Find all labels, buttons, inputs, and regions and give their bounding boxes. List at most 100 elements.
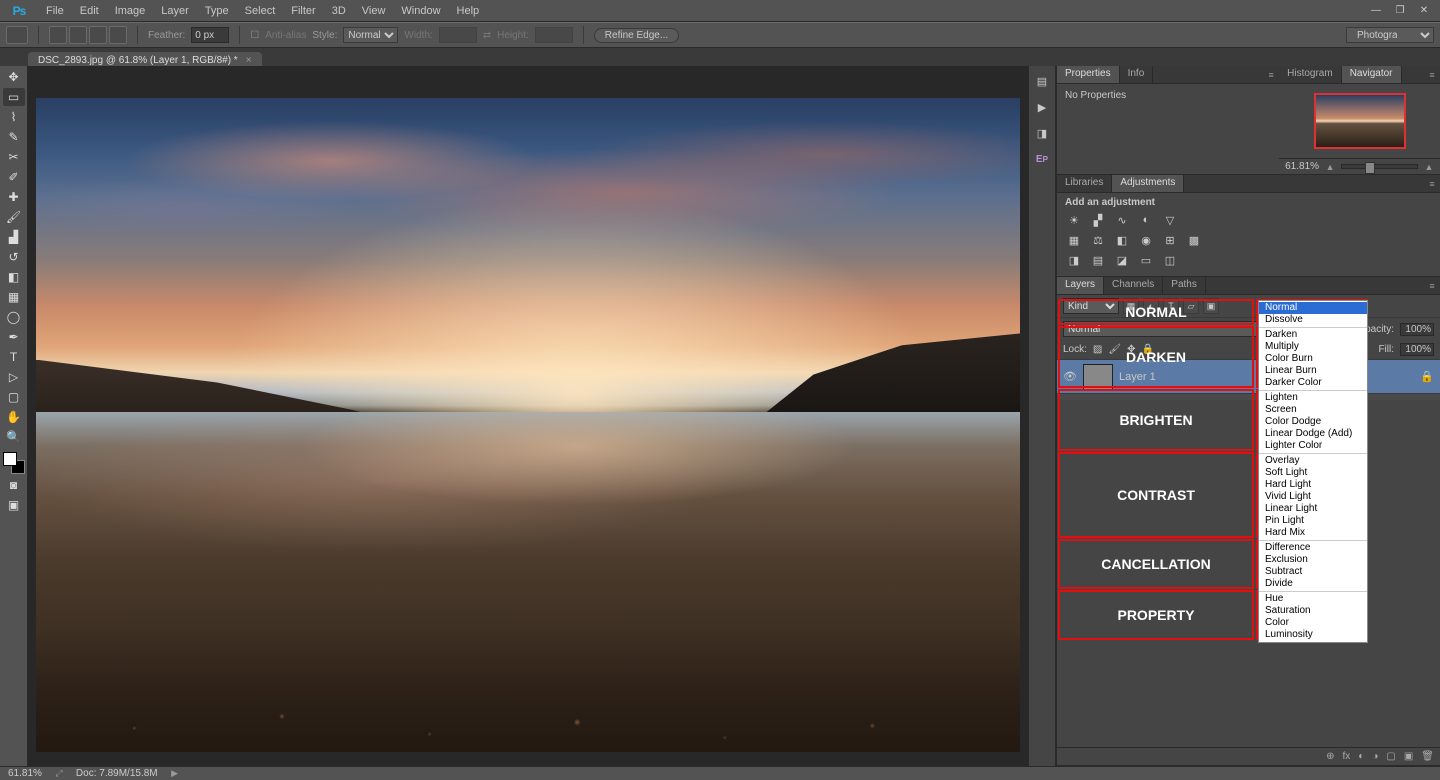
libraries-tab[interactable]: Libraries [1057,175,1112,192]
menu-3d[interactable]: 3D [324,0,354,22]
dodge-tool[interactable]: ◯ [3,308,25,326]
properties-tab[interactable]: Properties [1057,66,1120,83]
hue-icon[interactable]: ▦ [1065,232,1083,248]
blend-option-overlay[interactable]: Overlay [1259,455,1367,467]
navigator-tab[interactable]: Navigator [1342,66,1402,83]
panel-menu-icon[interactable]: ≡ [1263,66,1279,83]
colorlookup-icon[interactable]: ▩ [1185,232,1203,248]
feather-input[interactable] [191,27,229,43]
marquee-tool[interactable]: ▭ [3,88,25,106]
menu-edit[interactable]: Edit [72,0,107,22]
menu-type[interactable]: Type [197,0,237,22]
type-tool[interactable]: T [3,348,25,366]
brush-tool[interactable]: 🖌 [3,208,25,226]
opacity-value[interactable]: 100% [1400,323,1434,336]
blend-option-hard-light[interactable]: Hard Light [1259,479,1367,491]
link-icon[interactable]: ⊕ [1326,751,1334,762]
blend-option-darker-color[interactable]: Darker Color [1259,377,1367,389]
blend-option-multiply[interactable]: Multiply [1259,341,1367,353]
invert-icon[interactable]: ◨ [1065,252,1083,268]
navigator-preview[interactable] [1279,84,1440,158]
subtract-selection-button[interactable] [89,26,107,44]
current-tool-icon[interactable] [6,26,28,44]
new-layer-icon[interactable]: ▣ [1404,751,1413,762]
blend-option-vivid-light[interactable]: Vivid Light [1259,491,1367,503]
maximize-button[interactable]: ❐ [1390,4,1410,18]
menu-select[interactable]: Select [237,0,284,22]
refine-edge-button[interactable]: Refine Edge... [594,28,679,43]
menu-file[interactable]: File [38,0,72,22]
threshold-icon[interactable]: ◪ [1113,252,1131,268]
hand-tool[interactable]: ✋ [3,408,25,426]
panel-menu-icon[interactable]: ≡ [1424,277,1440,294]
canvas-area[interactable] [28,66,1028,766]
blend-option-dissolve[interactable]: Dissolve [1259,314,1367,326]
panel-menu-icon[interactable]: ≡ [1424,175,1440,192]
zoom-in-icon[interactable]: ▲ [1424,162,1434,172]
photofilter-icon[interactable]: ◉ [1137,232,1155,248]
crop-tool[interactable]: ✂ [3,148,25,166]
blend-option-saturation[interactable]: Saturation [1259,605,1367,617]
group-icon[interactable]: ▢ [1386,751,1395,762]
blend-option-color[interactable]: Color [1259,617,1367,629]
brightness-icon[interactable]: ☀ [1065,212,1083,228]
nav-zoom-slider[interactable] [1341,164,1418,169]
menu-help[interactable]: Help [449,0,488,22]
blend-option-darken[interactable]: Darken [1259,329,1367,341]
blend-option-color-dodge[interactable]: Color Dodge [1259,416,1367,428]
move-tool[interactable]: ✥ [3,68,25,86]
info-icon[interactable]: ◨ [1033,124,1051,142]
menu-filter[interactable]: Filter [283,0,323,22]
layers-tab[interactable]: Layers [1057,277,1104,294]
blend-option-linear-burn[interactable]: Linear Burn [1259,365,1367,377]
blend-option-linear-light[interactable]: Linear Light [1259,503,1367,515]
path-select-tool[interactable]: ▷ [3,368,25,386]
blend-option-hard-mix[interactable]: Hard Mix [1259,527,1367,539]
levels-icon[interactable]: ▞ [1089,212,1107,228]
status-zoom[interactable]: 61.81% [8,768,42,779]
blend-option-divide[interactable]: Divide [1259,578,1367,590]
actions-icon[interactable]: ▶ [1033,98,1051,116]
blend-option-pin-light[interactable]: Pin Light [1259,515,1367,527]
paths-tab[interactable]: Paths [1163,277,1206,294]
blend-option-hue[interactable]: Hue [1259,593,1367,605]
blend-option-luminosity[interactable]: Luminosity [1259,629,1367,641]
adjustment-layer-icon[interactable]: ◑ [1372,751,1378,762]
expand-icon[interactable]: ⤢ [54,769,64,779]
document-canvas[interactable] [36,98,1020,752]
add-selection-button[interactable] [69,26,87,44]
status-doc[interactable]: Doc: 7.89M/15.8M [76,768,158,779]
style-select[interactable]: Normal [343,27,398,43]
zoom-out-icon[interactable]: ▲ [1325,162,1335,172]
eraser-tool[interactable]: ◧ [3,268,25,286]
blend-option-exclusion[interactable]: Exclusion [1259,554,1367,566]
blend-option-normal[interactable]: Normal [1259,302,1367,314]
blend-option-lighter-color[interactable]: Lighter Color [1259,440,1367,452]
colorbalance-icon[interactable]: ⚖ [1089,232,1107,248]
close-button[interactable]: ✕ [1414,4,1434,18]
gradientmap-icon[interactable]: ▭ [1137,252,1155,268]
info-tab[interactable]: Info [1120,66,1154,83]
new-selection-button[interactable] [49,26,67,44]
zoom-tool[interactable]: 🔍 [3,428,25,446]
quick-select-tool[interactable]: ✎ [3,128,25,146]
blend-mode-dropdown[interactable]: NormalDissolveDarkenMultiplyColor BurnLi… [1258,300,1368,643]
blend-option-soft-light[interactable]: Soft Light [1259,467,1367,479]
channelmixer-icon[interactable]: ⊞ [1161,232,1179,248]
blend-option-color-burn[interactable]: Color Burn [1259,353,1367,365]
plugin-icon[interactable]: EP [1033,150,1051,168]
channels-tab[interactable]: Channels [1104,277,1163,294]
exposure-icon[interactable]: ◐ [1137,212,1155,228]
minimize-button[interactable]: — [1366,4,1386,18]
blend-option-linear-dodge-add-[interactable]: Linear Dodge (Add) [1259,428,1367,440]
healing-tool[interactable]: ✚ [3,188,25,206]
blend-option-subtract[interactable]: Subtract [1259,566,1367,578]
history-icon[interactable]: ▤ [1033,72,1051,90]
mask-icon[interactable]: ◐ [1358,751,1364,762]
gradient-tool[interactable]: ▦ [3,288,25,306]
close-tab-icon[interactable]: × [246,55,252,66]
quickmask-toggle[interactable]: ◙ [3,476,25,494]
fill-value[interactable]: 100% [1400,343,1434,356]
intersect-selection-button[interactable] [109,26,127,44]
menu-view[interactable]: View [354,0,394,22]
